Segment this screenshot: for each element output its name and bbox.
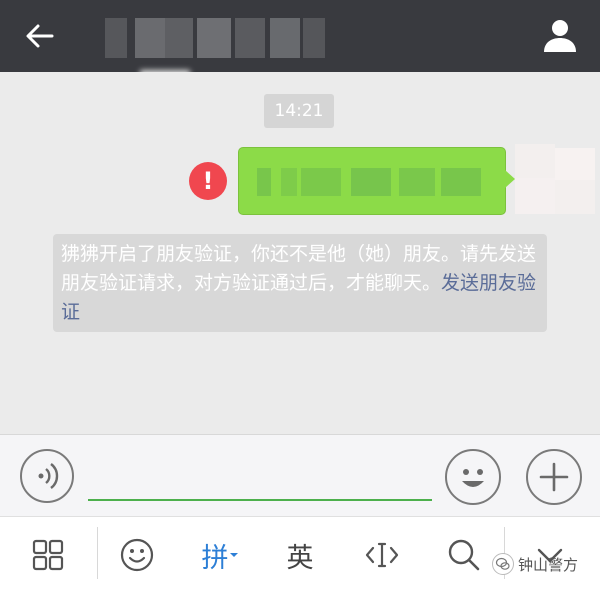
cursor-icon (365, 542, 399, 568)
pinyin-mode-button[interactable]: 拼 (190, 525, 250, 585)
grid-icon (32, 539, 64, 571)
smiley-icon (120, 538, 154, 572)
sent-message-bubble[interactable] (238, 147, 515, 215)
message-input[interactable] (88, 449, 432, 501)
ime-menu-button[interactable] (18, 525, 78, 585)
back-button[interactable] (18, 14, 62, 58)
input-bar (0, 434, 600, 516)
english-label: 英 (286, 542, 314, 574)
send-failed-error-icon[interactable]: ! (189, 162, 227, 200)
plus-icon (539, 462, 569, 492)
own-avatar-redacted[interactable] (515, 144, 595, 214)
caret-down-icon (229, 553, 238, 557)
search-icon (448, 539, 480, 571)
system-notice: 狒狒开启了朋友验证，你还不是他（她）朋友。请先发送朋友验证请求，对方验证通过后，… (53, 234, 547, 332)
profile-icon (544, 20, 576, 52)
chat-title-redacted (105, 18, 325, 58)
voice-input-button[interactable] (20, 449, 74, 503)
toolbar-divider (97, 527, 98, 579)
voice-icon (38, 463, 59, 489)
ime-emoji-button[interactable] (107, 525, 167, 585)
message-text-redacted (251, 168, 491, 196)
more-functions-button[interactable] (526, 449, 582, 505)
watermark: 钟山警方 (492, 548, 578, 580)
top-bar (0, 0, 600, 72)
back-arrow-icon (26, 24, 54, 48)
ime-search-button[interactable] (434, 525, 494, 585)
pinyin-label: 拼 (201, 542, 229, 574)
chat-info-button[interactable] (538, 14, 582, 58)
wechat-logo-icon (492, 553, 514, 575)
watermark-label: 钟山警方 (518, 555, 579, 574)
emoji-button[interactable] (445, 449, 501, 505)
cursor-button[interactable] (352, 525, 412, 585)
english-mode-button[interactable]: 英 (270, 525, 330, 585)
timestamp: 14:21 (264, 94, 334, 128)
chat-area[interactable]: 14:21 ! 狒狒开启了朋友验证，你还不是他（她）朋友。请先发送朋友验证请求，… (0, 72, 600, 434)
emoji-icon (462, 469, 484, 487)
